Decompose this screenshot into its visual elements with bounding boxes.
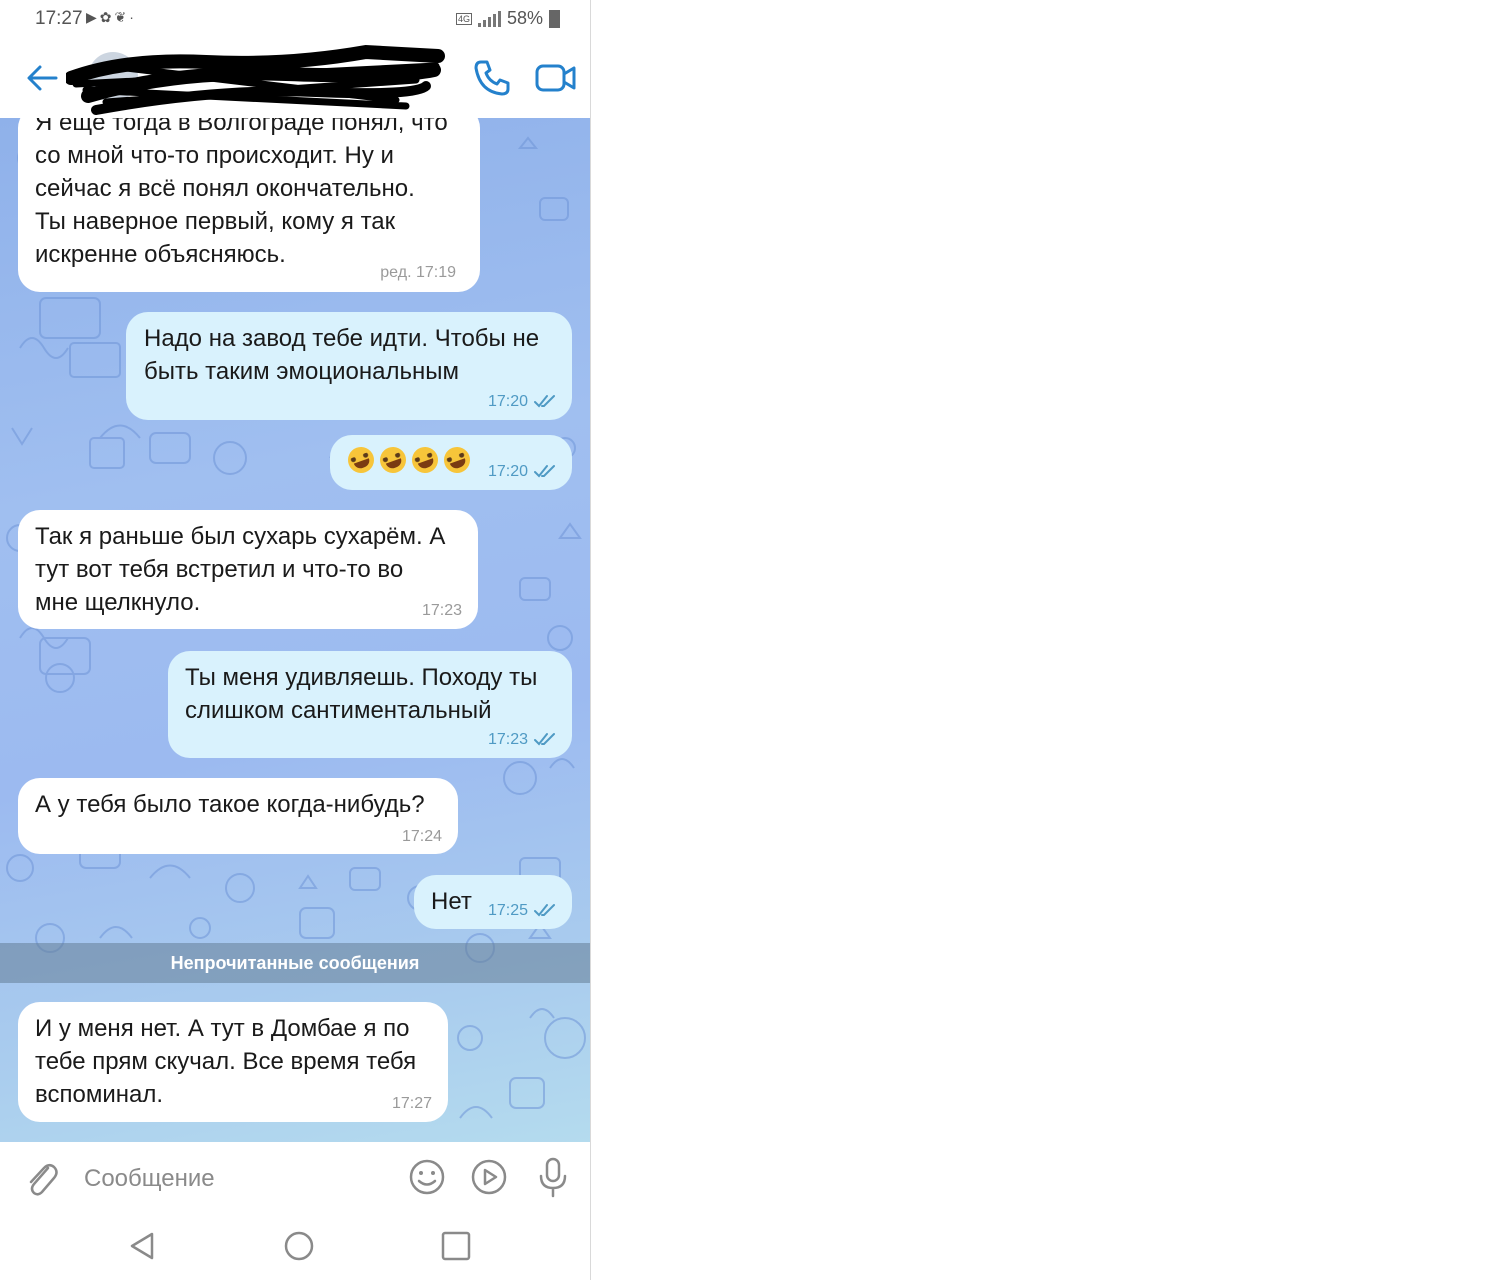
message-time: 17:25	[487, 902, 528, 919]
emoji-row	[344, 443, 474, 477]
screenshot-edge-divider	[590, 0, 591, 1280]
butterfly-icon: ❦	[114, 9, 130, 25]
system-navigation-bar	[0, 1212, 590, 1280]
chat-header	[0, 38, 590, 118]
rofl-emoji-icon	[440, 443, 474, 477]
status-right: 4G 58%	[455, 8, 560, 29]
nav-recent-apps-icon[interactable]	[438, 1228, 474, 1264]
message-time: 17:20	[487, 393, 528, 410]
microphone-icon[interactable]	[534, 1156, 572, 1198]
video-call-icon[interactable]	[534, 56, 578, 100]
signal-icon	[477, 10, 501, 27]
message-text: А у тебя было такое когда-нибудь?	[35, 791, 425, 818]
read-ticks-icon	[534, 465, 555, 478]
redaction-scribble	[66, 44, 445, 115]
more-icon: ·	[129, 9, 137, 25]
message-text: И у меня нет. А тут в Домбае я по тебе п…	[35, 1015, 417, 1108]
message-time: 17:20	[487, 463, 528, 480]
video-message-icon[interactable]	[470, 1158, 508, 1196]
message-text: Нет	[431, 888, 472, 915]
read-ticks-icon	[534, 395, 555, 408]
read-ticks-icon	[534, 904, 555, 917]
attach-icon[interactable]	[22, 1158, 60, 1198]
chat-area[interactable]: Я ещё тогда в Волгограде понял, что со м…	[0, 118, 590, 1142]
nav-back-icon[interactable]	[124, 1228, 160, 1264]
message-bubble-incoming[interactable]: А у тебя было такое когда-нибудь? 17:24	[18, 778, 458, 854]
notification-icons: ▶✿❦·	[86, 9, 137, 26]
message-time: 17:24	[401, 828, 442, 845]
message-time: ред. 17:19	[380, 264, 456, 281]
emoji-icon[interactable]	[408, 1158, 446, 1196]
message-text: Я ещё тогда в Волгограде понял, что со м…	[35, 118, 448, 268]
read-ticks-icon	[534, 733, 555, 746]
message-bubble-incoming[interactable]: Так я раньше был сухарь сухарём. А тут в…	[18, 510, 478, 629]
message-text: Так я раньше был сухарь сухарём. А тут в…	[35, 523, 446, 616]
message-bubble-outgoing[interactable]: Нет 17:25	[414, 875, 572, 929]
message-text: Ты меня удивляешь. Походу ты слишком сан…	[185, 664, 538, 724]
unread-divider-label: Непрочитанные сообщения	[170, 953, 420, 973]
rofl-emoji-icon	[344, 443, 378, 477]
message-time: 17:23	[421, 602, 462, 619]
message-time: 17:27	[391, 1095, 432, 1112]
message-bubble-outgoing[interactable]: Ты меня удивляешь. Походу ты слишком сан…	[168, 651, 572, 758]
status-time: 17:27	[35, 8, 83, 29]
battery-icon	[549, 9, 560, 28]
message-text: Надо на завод тебе идти. Чтобы не быть т…	[144, 325, 540, 385]
message-input-bar	[0, 1142, 590, 1212]
youtube-icon: ▶	[86, 9, 100, 25]
battery-level: 58%	[506, 8, 543, 28]
message-bubble-outgoing[interactable]: 17:20	[330, 435, 572, 490]
unread-messages-divider: Непрочитанные сообщения	[0, 943, 590, 983]
nav-home-icon[interactable]	[282, 1228, 318, 1264]
phone-screen: 17:27 ▶✿❦· 4G 58% Я ещё тогда в Волгогра…	[0, 0, 590, 1280]
app-icon: ✿	[99, 9, 115, 25]
rofl-emoji-icon	[408, 443, 442, 477]
message-bubble-incoming[interactable]: Я ещё тогда в Волгограде понял, что со м…	[18, 118, 480, 292]
status-bar: 17:27 ▶✿❦· 4G 58%	[0, 0, 590, 38]
rofl-emoji-icon	[376, 443, 410, 477]
network-icon: 4G	[455, 12, 472, 25]
phone-call-icon[interactable]	[470, 56, 514, 100]
message-bubble-outgoing[interactable]: Надо на завод тебе идти. Чтобы не быть т…	[126, 312, 572, 420]
message-input[interactable]	[82, 1158, 396, 1200]
message-time: 17:23	[487, 731, 528, 748]
back-arrow-icon[interactable]	[22, 58, 62, 98]
message-bubble-incoming[interactable]: И у меня нет. А тут в Домбае я по тебе п…	[18, 1002, 448, 1122]
